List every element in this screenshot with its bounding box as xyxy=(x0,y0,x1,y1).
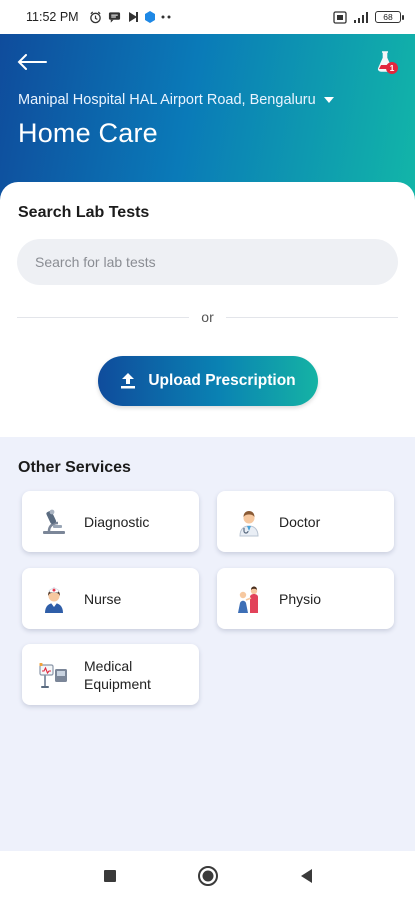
back-button[interactable] xyxy=(14,48,50,76)
divider-line xyxy=(17,316,190,318)
status-left: 11:52 PM xyxy=(26,10,173,24)
more-dots-icon xyxy=(161,15,173,19)
or-divider: or xyxy=(17,309,399,325)
message-icon xyxy=(108,11,121,23)
triangle-back-icon xyxy=(300,868,312,883)
doctor-icon xyxy=(233,506,265,538)
service-card-medical-equipment[interactable]: Medical Equipment xyxy=(22,644,199,705)
upload-icon xyxy=(121,373,136,389)
service-card-nurse[interactable]: Nurse xyxy=(22,568,199,629)
upload-prescription-label: Upload Prescription xyxy=(148,372,296,389)
divider-line xyxy=(225,316,399,318)
other-services-title: Other Services xyxy=(18,459,131,476)
service-label: Nurse xyxy=(84,590,122,607)
or-label: or xyxy=(201,309,214,325)
service-label: Diagnostic xyxy=(84,513,150,530)
back-nav-button[interactable] xyxy=(291,861,321,891)
signal-icon xyxy=(353,11,369,24)
flask-cart-icon: 1 xyxy=(377,51,398,74)
cart-count-badge: 1 xyxy=(390,63,395,73)
page-title: Home Care xyxy=(18,118,158,148)
lab-cart-button[interactable]: 1 xyxy=(375,48,401,76)
header: 1 Manipal Hospital HAL Airport Road, Ben… xyxy=(0,34,415,204)
service-label: Doctor xyxy=(279,513,321,530)
status-bar: 11:52 PM 68 xyxy=(0,0,415,34)
service-card-doctor[interactable]: Doctor xyxy=(217,491,394,552)
service-label: Physio xyxy=(279,590,322,607)
alarm-icon xyxy=(89,11,102,24)
nurse-icon xyxy=(38,583,70,615)
square-icon xyxy=(103,869,116,882)
search-card: Search Lab Tests or Upload Prescription xyxy=(0,182,415,437)
home-circle-icon xyxy=(197,865,218,886)
app-notification-icon xyxy=(144,11,155,23)
location-selector[interactable]: Manipal Hospital HAL Airport Road, Benga… xyxy=(18,92,334,108)
sim-icon xyxy=(333,10,347,24)
service-card-physio[interactable]: Physio xyxy=(217,568,394,629)
battery-icon: 68 xyxy=(375,11,404,23)
microscope-icon xyxy=(38,506,70,538)
search-lab-tests-title: Search Lab Tests xyxy=(18,204,150,221)
recents-button[interactable] xyxy=(95,861,125,891)
service-label: Medical Equipment xyxy=(84,657,151,692)
status-right: 68 xyxy=(333,10,404,24)
media-icon xyxy=(127,11,139,23)
home-button[interactable] xyxy=(193,861,223,891)
location-label: Manipal Hospital HAL Airport Road, Benga… xyxy=(18,92,316,108)
search-input[interactable] xyxy=(17,239,398,285)
medical-equipment-icon xyxy=(38,659,70,691)
dropdown-caret-icon xyxy=(323,96,334,103)
status-time: 11:52 PM xyxy=(26,10,79,24)
physio-icon xyxy=(233,583,265,615)
back-arrow-icon xyxy=(17,54,47,70)
system-nav-bar xyxy=(0,851,415,900)
upload-prescription-button[interactable]: Upload Prescription xyxy=(98,356,318,406)
service-card-diagnostic[interactable]: Diagnostic xyxy=(22,491,199,552)
